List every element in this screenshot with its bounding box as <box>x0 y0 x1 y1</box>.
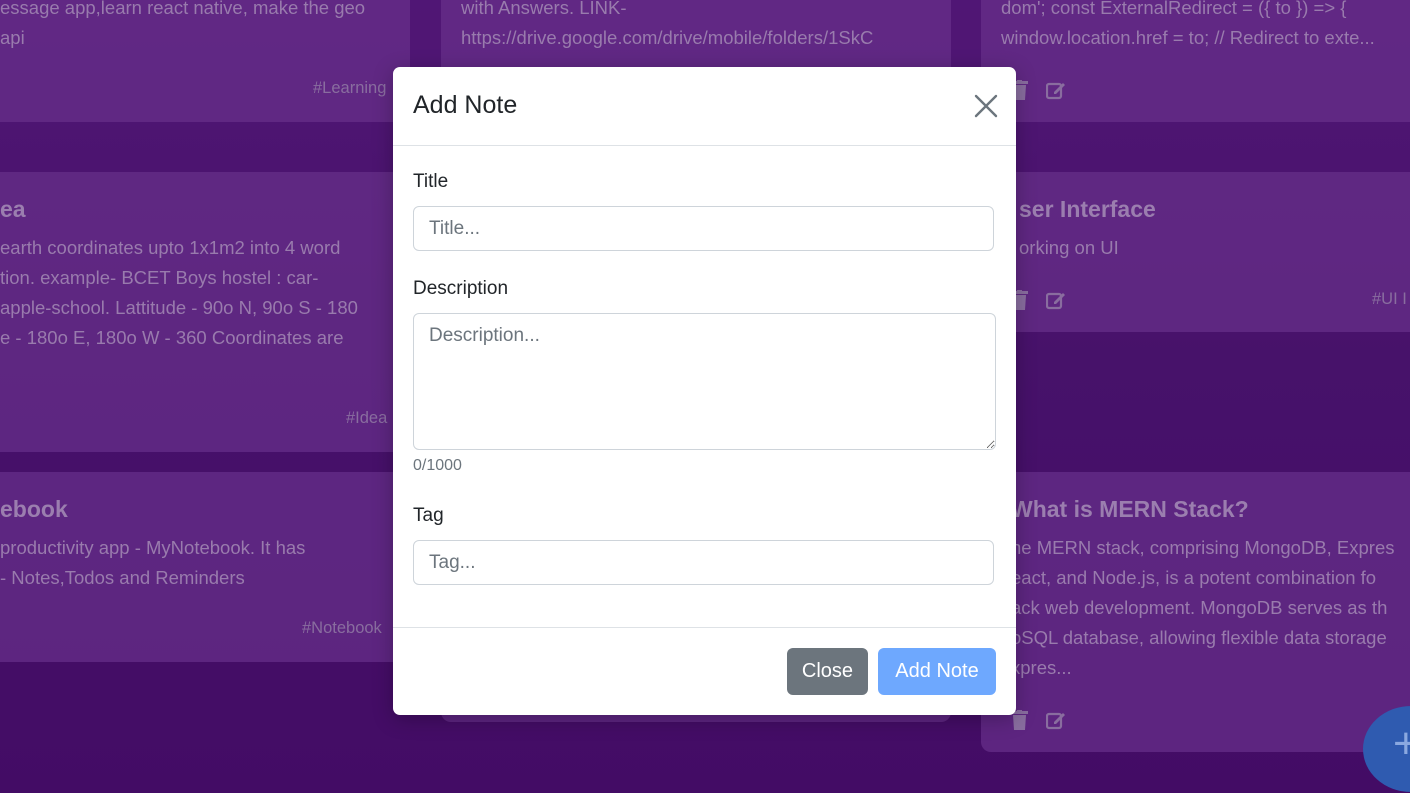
modal-title: Add Note <box>413 91 518 119</box>
tag-input[interactable] <box>413 540 994 585</box>
modal-header: Add Note <box>393 67 1016 146</box>
close-button[interactable]: Close <box>787 648 868 695</box>
add-note-button[interactable]: Add Note <box>878 648 996 695</box>
title-input[interactable] <box>413 206 994 251</box>
character-counter: 0/1000 <box>413 457 462 474</box>
description-textarea[interactable] <box>413 313 996 450</box>
close-icon[interactable] <box>973 93 999 119</box>
title-label: Title <box>413 171 449 192</box>
description-label: Description <box>413 278 509 299</box>
add-note-modal: Add Note Title Description 0/1000 Tag Cl… <box>393 67 1016 715</box>
plus-icon: + <box>1393 719 1410 768</box>
modal-footer-divider <box>393 627 1016 628</box>
tag-label: Tag <box>413 505 444 526</box>
